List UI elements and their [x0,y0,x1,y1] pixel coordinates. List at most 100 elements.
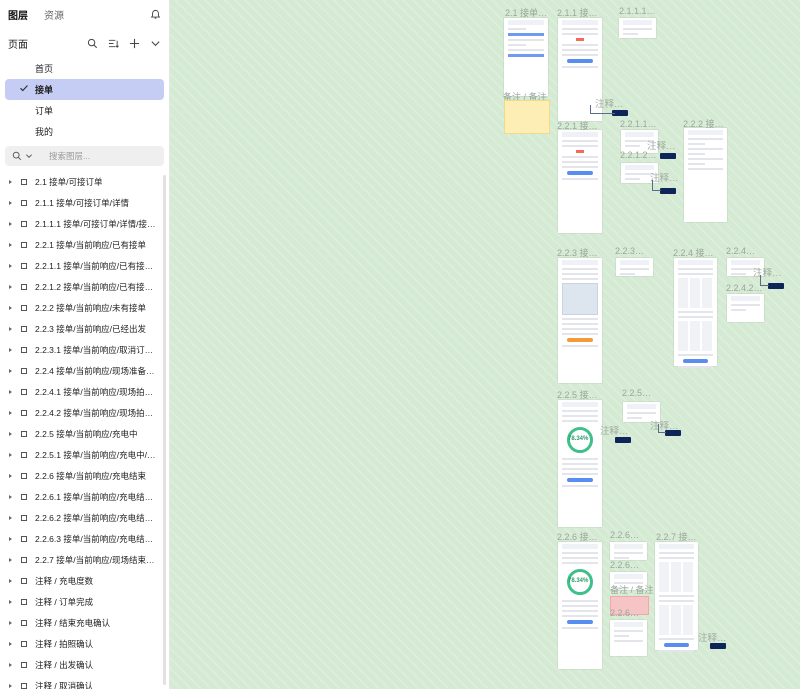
add-page-icon[interactable] [128,37,140,49]
chevron-down-icon[interactable] [149,37,161,49]
expand-arrow-icon[interactable] [9,221,12,226]
expand-arrow-icon[interactable] [9,662,12,667]
expand-arrow-icon[interactable] [9,452,12,457]
expand-arrow-icon[interactable] [9,242,12,247]
layer-row[interactable]: 2.2.6.3 接单/当前响应/充电结… [0,528,169,549]
search-icon[interactable] [86,37,98,49]
page-item-orders[interactable]: 订单 [5,100,164,121]
frame-label: 2.2.4… [726,246,756,256]
expand-arrow-icon[interactable] [9,284,12,289]
expand-arrow-icon[interactable] [9,347,12,352]
expand-arrow-icon[interactable] [9,494,12,499]
layer-row[interactable]: 2.1.1 接单/可接订单/详情 [0,192,169,213]
layer-row[interactable]: 2.2.5 接单/当前响应/充电中 [0,423,169,444]
artboard-frame[interactable] [619,18,656,38]
frame-content [625,178,640,180]
page-item-label: 我的 [35,127,54,137]
artboard-frame[interactable] [727,294,764,322]
frame-icon [21,577,27,584]
layer-row[interactable]: 2.2.4.2 接单/当前响应/现场拍… [0,402,169,423]
expand-arrow-icon[interactable] [9,641,12,646]
expand-arrow-icon[interactable] [9,263,12,268]
artboard-frame[interactable] [610,620,647,656]
expand-arrow-icon[interactable] [9,620,12,625]
artboard-frame[interactable] [558,258,602,383]
layer-row[interactable]: 2.2.6 接单/当前响应/充电结束 [0,465,169,486]
chevron-down-icon[interactable] [23,150,35,162]
page-item-home[interactable]: 首页 [5,58,164,79]
frame-content [562,328,598,330]
layer-row[interactable]: 2.2.1 接单/当前响应/已有接单 [0,234,169,255]
layer-row[interactable]: 2.2.6.1 接单/当前响应/充电结… [0,486,169,507]
expand-arrow-icon[interactable] [9,368,12,373]
layer-row[interactable]: 注释 / 拍照确认 [0,633,169,654]
layer-search-input[interactable]: 搜索图层... [5,146,164,166]
layer-row[interactable]: 2.2.6.2 接单/当前响应/充电结… [0,507,169,528]
layer-label: 2.2.4.1 接单/当前响应/现场拍… [35,386,154,397]
artboard-frame[interactable] [504,18,548,96]
expand-arrow-icon[interactable] [9,557,12,562]
annotation-tag[interactable] [710,643,726,649]
frame-content [688,163,706,165]
page-item-orders-accept[interactable]: 接单 [5,79,164,100]
expand-arrow-icon[interactable] [9,599,12,604]
expand-arrow-icon[interactable] [9,200,12,205]
artboard-frame[interactable] [558,542,602,669]
frame-content [508,44,526,46]
frame-content [562,600,598,602]
layer-row[interactable]: 注释 / 充电度数 [0,570,169,591]
layer-row[interactable]: 2.2.3.1 接单/当前响应/取消订… [0,339,169,360]
expand-arrow-icon[interactable] [9,578,12,583]
annotation-tag[interactable] [768,283,784,289]
artboard-frame[interactable] [558,130,602,233]
annotation-tag[interactable] [660,188,676,194]
expand-arrow-icon[interactable] [9,179,12,184]
expand-arrow-icon[interactable] [9,515,12,520]
frame-label: 2.2.4.2… [726,283,763,293]
expand-arrow-icon[interactable] [9,305,12,310]
layer-list-scrollbar[interactable] [163,175,166,685]
layer-row[interactable]: 注释 / 结束充电确认 [0,612,169,633]
layer-row[interactable]: 2.2.2 接单/当前响应/未有接单 [0,297,169,318]
layer-row[interactable]: 2.1 接单/可接订单 [0,171,169,192]
frame-icon [21,325,27,332]
layer-label: 2.2.5.1 接单/当前响应/充电中/… [35,449,156,460]
sort-icon[interactable] [107,37,119,49]
artboard-frame[interactable] [610,542,647,560]
layer-row[interactable]: 2.2.3 接单/当前响应/已经出发 [0,318,169,339]
artboard-frame[interactable] [655,542,698,652]
layer-row[interactable]: 2.2.1.2 接单/当前响应/已有接… [0,276,169,297]
artboard-frame[interactable] [616,258,653,276]
expand-arrow-icon[interactable] [9,431,12,436]
layer-row[interactable]: 2.2.1.1 接单/当前响应/已有接… [0,255,169,276]
layer-row[interactable]: 2.2.4 接单/当前响应/现场准备… [0,360,169,381]
design-canvas[interactable]: 2.1 接单… 备注 / 备注 2.1.1 接… 2.1.1.1… 注释… 2.2.1 接… [170,0,800,689]
tab-assets[interactable]: 资源 [44,7,64,22]
artboard-frame[interactable] [684,128,727,222]
expand-arrow-icon[interactable] [9,326,12,331]
layer-row[interactable]: 注释 / 出发确认 [0,654,169,675]
artboard-frame[interactable] [674,258,717,368]
annotation-tag[interactable] [665,430,681,436]
tab-layers[interactable]: 图层 [8,7,28,22]
frame-label: 2.2.6… [610,608,640,618]
layer-row[interactable]: 2.2.4.1 接单/当前响应/现场拍… [0,381,169,402]
layer-row[interactable]: 注释 / 取消确认 [0,675,169,689]
expand-arrow-icon[interactable] [9,473,12,478]
page-item-mine[interactable]: 我的 [5,121,164,142]
layer-row[interactable]: 2.1.1.1 接单/可接订单/详情/接… [0,213,169,234]
layer-row[interactable]: 2.2.7 接单/当前响应/现场结束… [0,549,169,570]
artboard-frame[interactable] [558,400,602,527]
frame-content [562,333,598,335]
expand-arrow-icon[interactable] [9,389,12,394]
expand-arrow-icon[interactable] [9,536,12,541]
annotation-tag[interactable] [615,437,631,443]
notification-bell-icon[interactable] [149,8,161,20]
expand-arrow-icon[interactable] [9,683,12,688]
layer-label: 2.2.6.3 接单/当前响应/充电结… [35,533,154,544]
frame-content [562,28,598,30]
layer-row[interactable]: 2.2.5.1 接单/当前响应/充电中/… [0,444,169,465]
annotation-tag[interactable] [660,153,676,159]
layer-row[interactable]: 注释 / 订单完成 [0,591,169,612]
expand-arrow-icon[interactable] [9,410,12,415]
